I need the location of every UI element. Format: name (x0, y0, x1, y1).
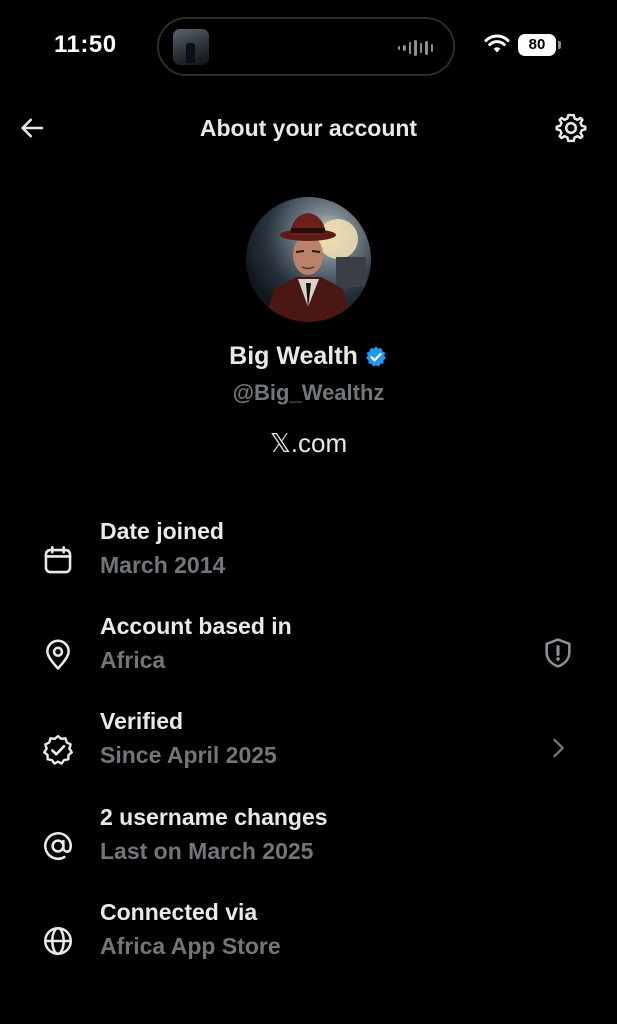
chevron-right-icon[interactable] (538, 728, 578, 768)
status-time: 11:50 (54, 31, 117, 58)
shield-alert-button[interactable] (538, 633, 578, 673)
row-subtitle: Africa (100, 647, 166, 673)
avatar[interactable] (246, 197, 371, 322)
row-title: Connected via (100, 899, 258, 925)
profile-site-link[interactable]: 𝕏.com (0, 428, 617, 459)
audio-waveform-icon (397, 40, 433, 56)
wifi-icon (484, 34, 510, 53)
shield-alert-icon (545, 638, 571, 668)
calendar-icon (38, 540, 78, 580)
list-item-username-changes: 2 username changes Last on March 2025 (0, 800, 617, 886)
avatar-image (246, 197, 371, 322)
list-item-connected-via: Connected via Africa App Store (0, 895, 617, 981)
page-title: About your account (199, 115, 418, 141)
battery-icon: 80 (518, 34, 561, 56)
profile-handle: @Big_Wealthz (232, 380, 385, 405)
now-playing-thumbnail[interactable] (173, 29, 209, 65)
row-title: Account based in (100, 613, 292, 639)
row-subtitle: Since April 2025 (100, 742, 277, 768)
verified-outline-icon (38, 730, 78, 770)
profile-name-row: Big Wealth (0, 342, 617, 371)
gear-icon (555, 113, 587, 143)
row-title: 2 username changes (100, 804, 328, 830)
verified-badge-icon[interactable] (364, 345, 388, 369)
row-title: Date joined (100, 518, 224, 544)
list-item-verified[interactable]: Verified Since April 2025 (0, 704, 617, 790)
dynamic-island[interactable] (157, 17, 455, 76)
row-subtitle: Africa App Store (100, 933, 281, 959)
list-item-account-based-in: Account based in Africa (0, 609, 617, 695)
list-item-date-joined: Date joined March 2014 (0, 514, 617, 600)
location-pin-icon (38, 635, 78, 675)
at-sign-icon (38, 826, 78, 866)
row-subtitle: Last on March 2025 (100, 838, 314, 864)
top-navigation-bar: About your account (0, 100, 617, 156)
status-bar: 11:50 80 (0, 0, 617, 90)
row-subtitle: March 2014 (100, 552, 226, 578)
settings-button[interactable] (552, 109, 590, 147)
row-title: Verified (100, 708, 184, 734)
globe-icon (38, 921, 78, 961)
profile-name: Big Wealth (229, 342, 358, 370)
